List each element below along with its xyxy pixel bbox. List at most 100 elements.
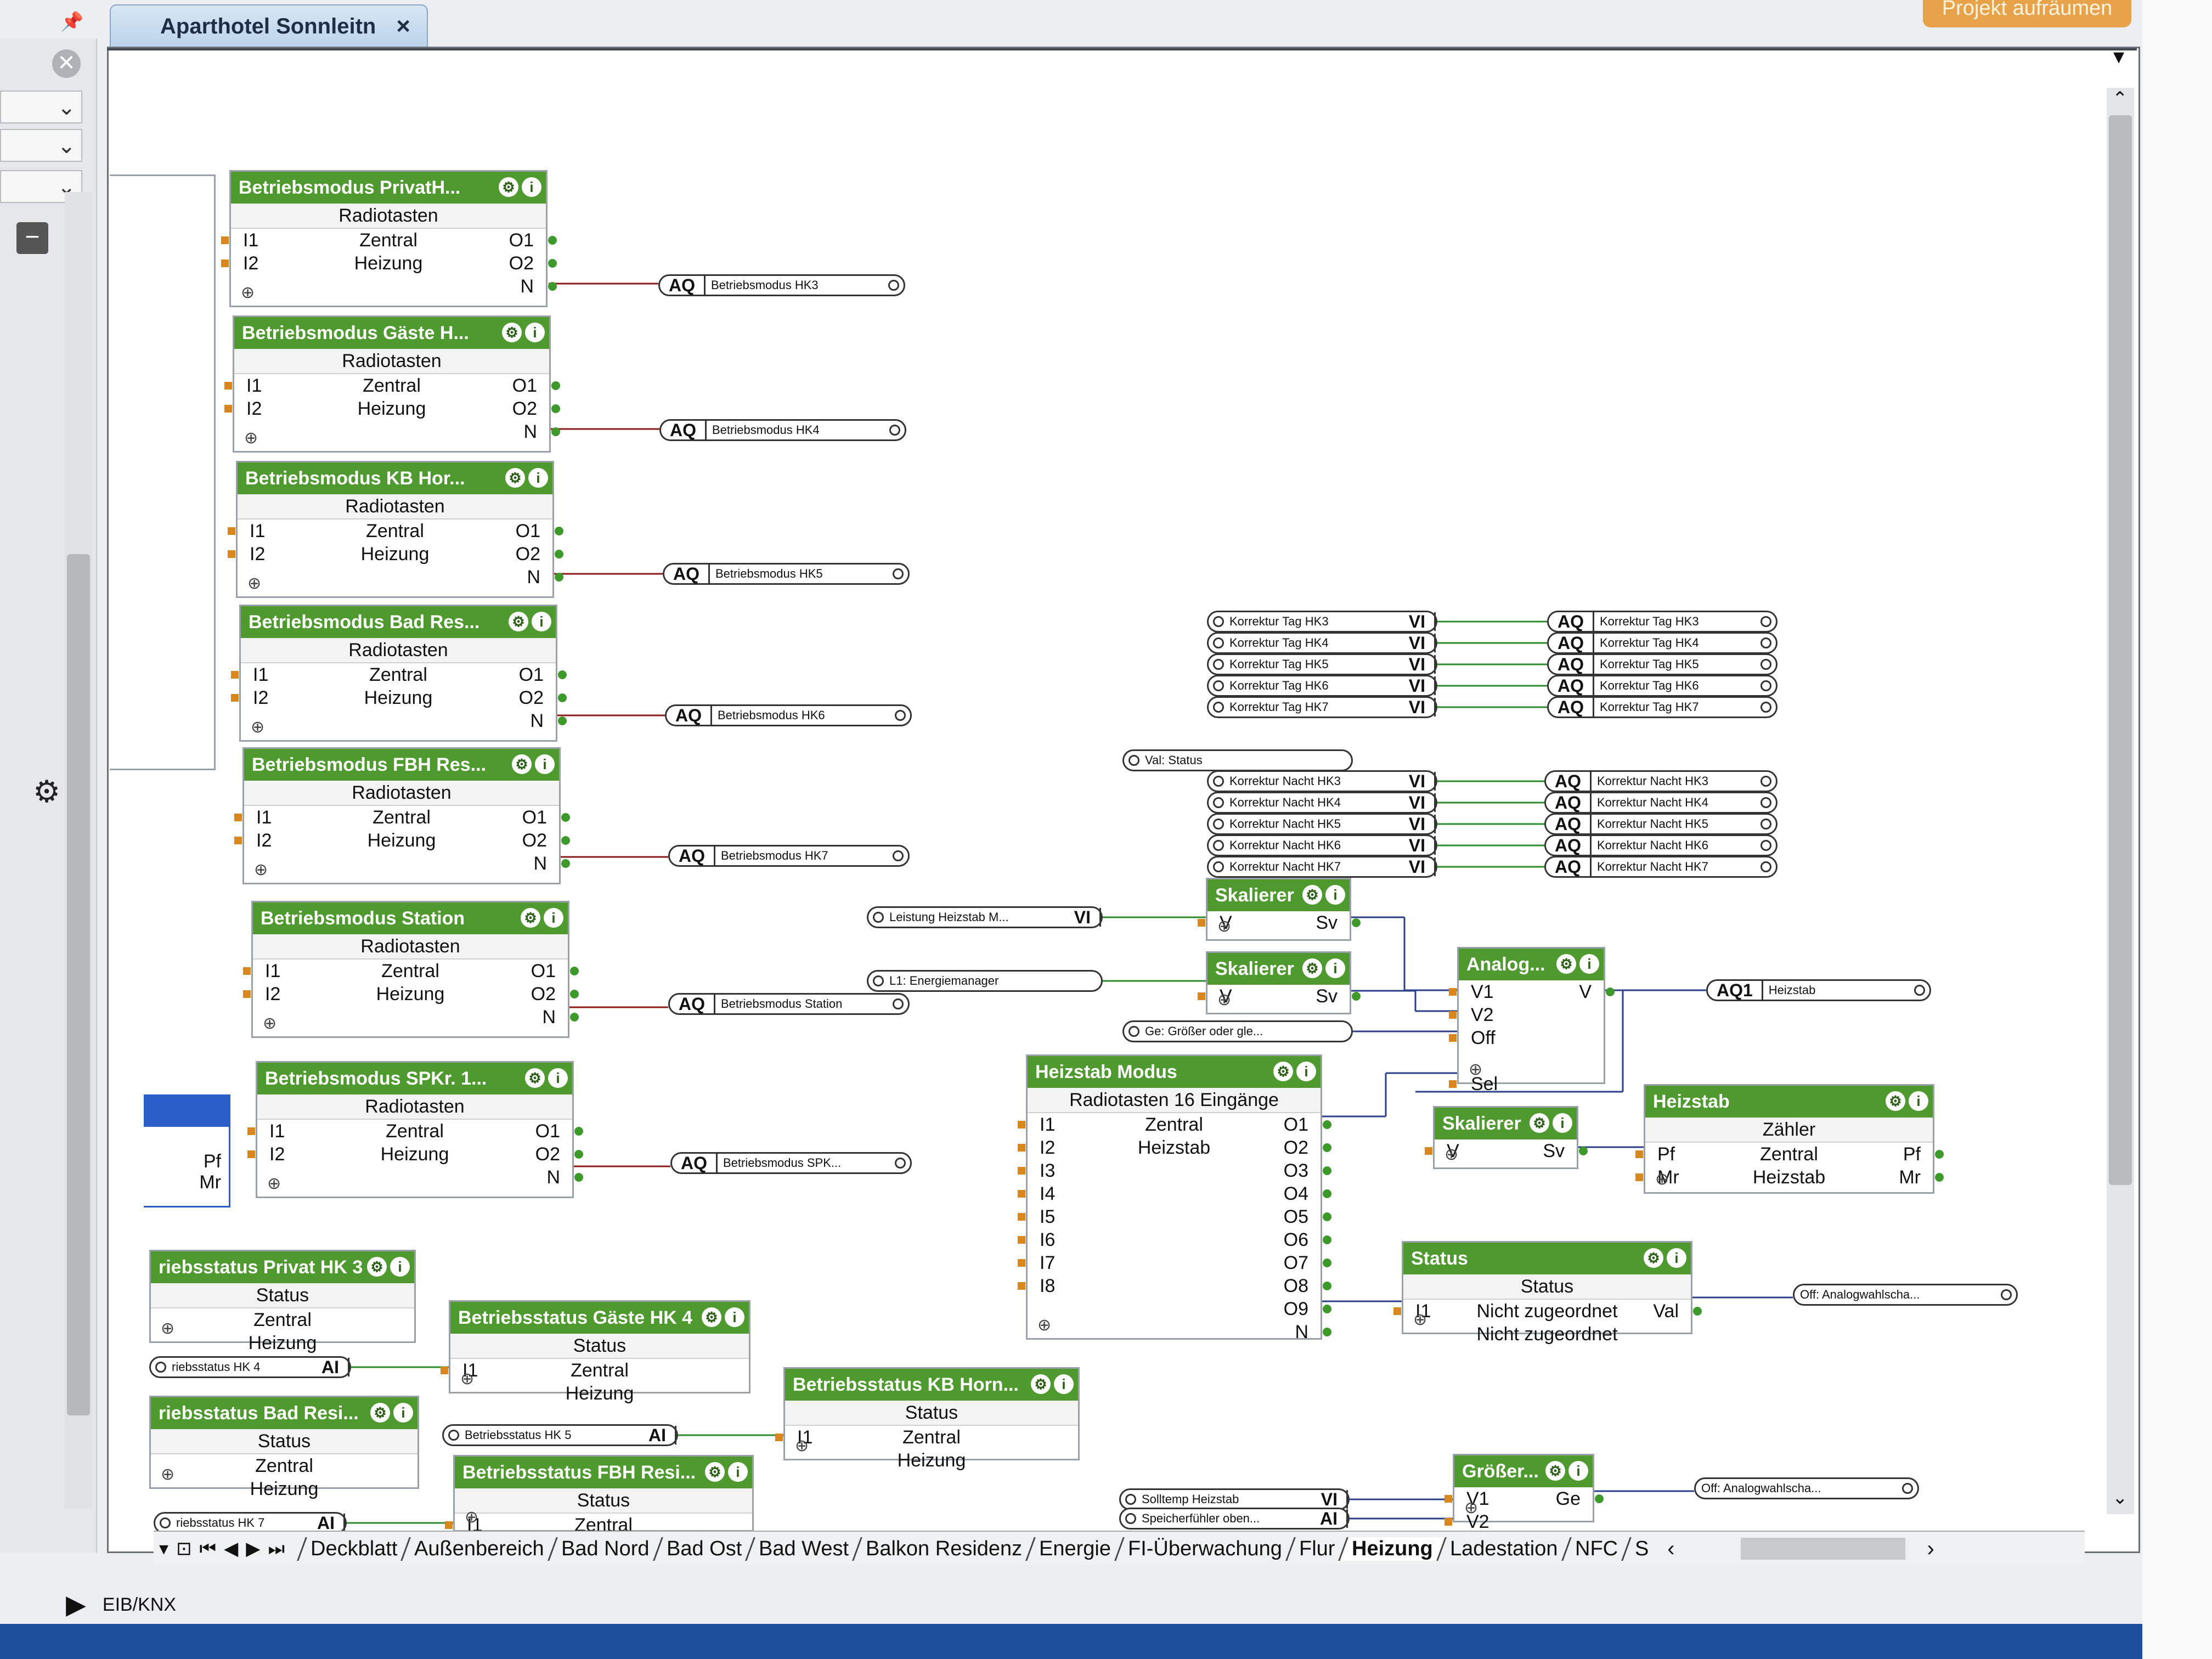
output-pin[interactable] — [551, 381, 560, 390]
output-pin[interactable] — [570, 967, 579, 975]
function-block-bs-privat[interactable]: riebsstatus Privat HK 3 ⚙ i Status Zentral He… — [149, 1250, 416, 1353]
add-input-icon[interactable]: ⊕ — [1444, 1145, 1458, 1164]
sheet-scrollbar-thumb[interactable] — [1740, 1538, 1905, 1560]
sheet-scroll-left-icon[interactable]: ‹ — [1667, 1537, 1674, 1561]
output-pin[interactable] — [1323, 1189, 1331, 1198]
add-input-icon[interactable]: ⊕ — [1413, 1310, 1427, 1329]
settings-icon[interactable]: ⚙ — [505, 468, 525, 488]
settings-icon[interactable]: ⚙ — [1545, 1461, 1565, 1481]
output-pin[interactable] — [1352, 918, 1361, 927]
settings-icon[interactable]: ⚙ — [367, 1257, 387, 1277]
output-pin[interactable] — [1579, 1147, 1588, 1155]
bs-hk4-input[interactable]: riebsstatus HK 4 AI — [149, 1356, 351, 1378]
korrektur-tag-input-3[interactable]: Korrektur Tag HK6 VI — [1207, 675, 1437, 697]
add-input-icon[interactable]: ⊕ — [1217, 917, 1231, 936]
output-pin[interactable] — [561, 859, 570, 868]
korrektur-nacht-output-1[interactable]: AQ Korrektur Nacht HK4 — [1544, 792, 1778, 814]
output-pin[interactable] — [1323, 1212, 1331, 1221]
settings-icon[interactable]: ⚙ — [1886, 1091, 1905, 1111]
korrektur-tag-output-2[interactable]: AQ Korrektur Tag HK5 — [1547, 653, 1778, 675]
info-icon[interactable]: i — [522, 177, 541, 197]
info-icon[interactable]: i — [548, 1068, 568, 1088]
output-pin[interactable] — [1935, 1173, 1944, 1182]
input-pin[interactable] — [231, 694, 239, 702]
output-pin[interactable] — [555, 573, 563, 582]
aq-output-6[interactable]: AQ Betriebsmodus SPK... — [670, 1152, 912, 1174]
energiemanager-input[interactable]: L1: Energiemanager — [867, 970, 1103, 992]
input-pin[interactable] — [1444, 1518, 1452, 1526]
add-input-icon[interactable]: ⊕ — [1469, 1060, 1482, 1079]
add-input-icon[interactable]: ⊕ — [795, 1436, 809, 1455]
input-pin[interactable] — [247, 1127, 255, 1135]
input-pin[interactable] — [1018, 1144, 1025, 1152]
korrektur-tag-input-0[interactable]: Korrektur Tag HK3 VI — [1207, 611, 1437, 633]
korrektur-tag-input-2[interactable]: Korrektur Tag HK5 VI — [1207, 653, 1437, 675]
input-pin[interactable] — [1018, 1213, 1025, 1221]
input-pin[interactable] — [228, 527, 235, 535]
info-icon[interactable]: i — [393, 1403, 413, 1423]
function-block-bm-privat[interactable]: Betriebsmodus PrivatH... ⚙ i Radiotasten I1 Z… — [221, 170, 557, 307]
info-icon[interactable]: i — [1909, 1091, 1928, 1111]
output-pin[interactable] — [558, 693, 567, 702]
output-pin[interactable] — [574, 1150, 583, 1159]
add-input-icon[interactable]: ⊕ — [244, 428, 258, 448]
block-title[interactable]: Status ⚙ i — [1403, 1243, 1691, 1274]
aq-output-3[interactable]: AQ Betriebsmodus HK6 — [665, 704, 912, 726]
function-block-bm-gaeste[interactable]: Betriebsmodus Gäste H... ⚙ i Radiotasten I1 Z… — [224, 315, 560, 453]
output-pin[interactable] — [548, 282, 557, 291]
add-input-icon[interactable]: ⊕ — [161, 1319, 174, 1338]
info-icon[interactable]: i — [525, 323, 545, 342]
add-input-icon[interactable]: ⊕ — [241, 283, 255, 302]
korrektur-tag-input-4[interactable]: Korrektur Tag HK7 VI — [1207, 696, 1437, 718]
function-block-groesser[interactable]: Größer... ⚙ i V1 Ge V2 ⊕ — [1444, 1454, 1604, 1532]
settings-icon[interactable]: ⚙ — [702, 1307, 721, 1327]
block-title[interactable]: Heizstab Modus ⚙ i — [1028, 1056, 1321, 1088]
aq-output-5[interactable]: AQ Betriebsmodus Station — [668, 993, 910, 1015]
function-block-heizstab-zaehler[interactable]: Heizstab ⚙ i Zähler Pf Zentral Pf Mr Heizstab Mr ⊕ — [1635, 1084, 1944, 1194]
function-block-skalierer-3[interactable]: Skalierer ⚙ i V Sv ⊕ — [1425, 1106, 1588, 1169]
output-pin[interactable] — [1595, 1494, 1604, 1503]
sheet-tab-0[interactable]: Deckblatt — [297, 1537, 410, 1561]
info-icon[interactable]: i — [1325, 958, 1345, 978]
settings-icon[interactable]: ⚙ — [705, 1462, 725, 1482]
add-input-icon[interactable]: ⊕ — [465, 1508, 478, 1527]
input-pin[interactable] — [1198, 919, 1205, 927]
korrektur-nacht-output-2[interactable]: AQ Korrektur Nacht HK5 — [1544, 813, 1778, 835]
function-block-status[interactable]: Status ⚙ i Status I1 Nicht zugeordnet Val Nicht… — [1393, 1241, 1702, 1345]
input-pin[interactable] — [234, 837, 242, 844]
block-title[interactable]: Betriebsmodus Bad Res... ⚙ i — [241, 606, 556, 638]
output-pin[interactable] — [1323, 1305, 1331, 1313]
block-title[interactable]: Betriebsmodus SPKr. 1... ⚙ i — [257, 1063, 572, 1094]
korrektur-tag-output-1[interactable]: AQ Korrektur Tag HK4 — [1547, 632, 1778, 654]
block-title[interactable]: Betriebsstatus KB Horn... ⚙ i — [785, 1369, 1078, 1401]
output-pin[interactable] — [561, 836, 570, 845]
output-pin[interactable] — [574, 1127, 583, 1136]
settings-icon[interactable]: ⚙ — [502, 323, 522, 342]
block-title[interactable]: Betriebsstatus Gäste HK 4 ⚙ i — [450, 1302, 749, 1334]
speicherfuehler-input[interactable]: Speicherfühler oben... AI — [1119, 1508, 1350, 1530]
block-title[interactable]: Skalierer ⚙ i — [1207, 879, 1350, 911]
input-pin[interactable] — [1449, 1034, 1457, 1042]
input-pin[interactable] — [1635, 1150, 1643, 1158]
add-input-icon[interactable]: ⊕ — [1655, 1170, 1669, 1189]
settings-icon[interactable]: ⚙ — [512, 754, 532, 774]
output-pin[interactable] — [555, 550, 563, 558]
sheet-navigation-icons[interactable]: ▾⊡⏮◀▶⏭ — [159, 1538, 292, 1560]
output-pin[interactable] — [558, 670, 567, 679]
input-pin[interactable] — [1425, 1147, 1432, 1155]
info-icon[interactable]: i — [528, 468, 548, 488]
input-pin[interactable] — [224, 382, 232, 390]
play-icon[interactable]: ▶ — [66, 1589, 86, 1620]
aq-output-1[interactable]: AQ Betriebsmodus HK4 — [659, 419, 906, 441]
info-icon[interactable]: i — [535, 754, 555, 774]
function-block-bm-station[interactable]: Betriebsmodus Station ⚙ i Radiotasten I1 Zent… — [243, 901, 579, 1038]
output-pin[interactable] — [570, 1013, 579, 1022]
add-input-icon[interactable]: ⊕ — [1217, 990, 1231, 1009]
add-input-icon[interactable]: ⊕ — [247, 574, 261, 593]
input-pin[interactable] — [247, 1150, 255, 1158]
add-input-icon[interactable]: ⊕ — [460, 1369, 474, 1389]
block-title[interactable]: Betriebsmodus Station ⚙ i — [253, 902, 568, 934]
function-block-bm-spk[interactable]: Betriebsmodus SPKr. 1... ⚙ i Radiotasten I1 Z… — [247, 1061, 583, 1198]
info-icon[interactable]: i — [728, 1462, 748, 1482]
input-pin[interactable] — [1635, 1173, 1643, 1181]
